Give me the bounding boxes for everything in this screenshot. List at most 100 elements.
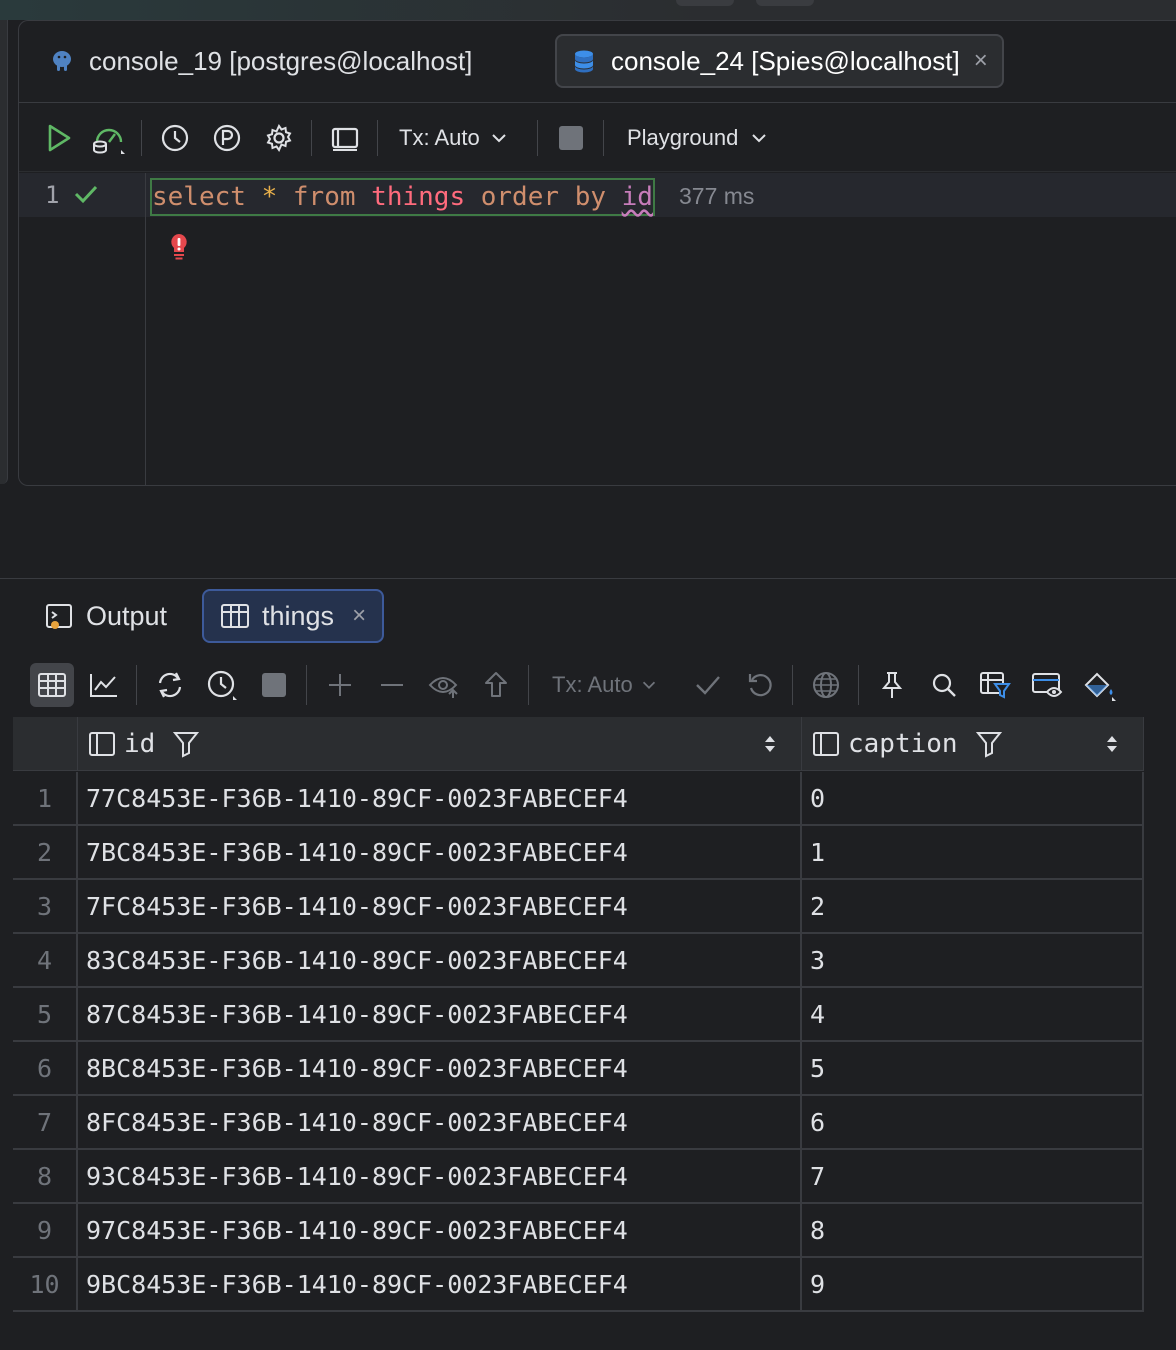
refresh-button[interactable] xyxy=(148,663,192,707)
filter-icon[interactable] xyxy=(173,730,200,758)
p-circle-icon xyxy=(213,124,241,152)
sql-keyword: select xyxy=(152,182,246,212)
table-row[interactable]: 9 97C8453E-F36B-1410-89CF-0023FABECEF4 8 xyxy=(13,1204,1144,1258)
toolbar-separator xyxy=(858,665,859,705)
search-button[interactable] xyxy=(922,663,966,707)
sql-statement[interactable]: select * from things order by id xyxy=(150,178,655,216)
run-button[interactable] xyxy=(39,118,79,158)
color-rows-button[interactable] xyxy=(1078,663,1122,707)
cell-id[interactable]: 7FC8453E-F36B-1410-89CF-0023FABECEF4 xyxy=(78,880,802,932)
arrow-up-icon xyxy=(485,672,507,697)
sort-icon[interactable] xyxy=(1105,734,1119,754)
sql-column: id xyxy=(621,182,653,212)
table-row[interactable]: 5 87C8453E-F36B-1410-89CF-0023FABECEF4 4 xyxy=(13,988,1144,1042)
cell-id[interactable]: 8BC8453E-F36B-1410-89CF-0023FABECEF4 xyxy=(78,1042,802,1094)
column-header-label: id xyxy=(124,729,156,759)
tx-mode-dropdown[interactable]: Tx: Auto xyxy=(552,663,672,707)
add-row-button[interactable] xyxy=(318,663,362,707)
tab-console-24[interactable]: console_24 [Spies@localhost] × xyxy=(555,34,1004,88)
cell-id[interactable]: 87C8453E-F36B-1410-89CF-0023FABECEF4 xyxy=(78,988,802,1040)
view-settings-button[interactable] xyxy=(1026,663,1070,707)
close-icon[interactable]: × xyxy=(974,47,988,75)
column-icon xyxy=(89,732,115,756)
cell-id[interactable]: 9BC8453E-F36B-1410-89CF-0023FABECEF4 xyxy=(78,1258,802,1310)
cell-caption[interactable]: 6 xyxy=(802,1096,1144,1148)
table-row[interactable]: 6 8BC8453E-F36B-1410-89CF-0023FABECEF4 5 xyxy=(13,1042,1144,1096)
cell-caption[interactable]: 4 xyxy=(802,988,1144,1040)
layout-button[interactable] xyxy=(325,118,365,158)
grid-header: id caption xyxy=(13,717,1144,771)
row-number: 5 xyxy=(13,988,78,1040)
filter-grid-button[interactable] xyxy=(974,663,1018,707)
tab-console-19[interactable]: console_19 [postgres@localhost] xyxy=(35,34,486,88)
cell-caption[interactable]: 1 xyxy=(802,826,1144,878)
web-view-button[interactable] xyxy=(804,663,848,707)
table-view-button[interactable] xyxy=(30,663,74,707)
cell-id[interactable]: 83C8453E-F36B-1410-89CF-0023FABECEF4 xyxy=(78,934,802,986)
stop-button[interactable] xyxy=(551,118,591,158)
row-number: 9 xyxy=(13,1204,78,1256)
table-row[interactable]: 2 7BC8453E-F36B-1410-89CF-0023FABECEF4 1 xyxy=(13,826,1144,880)
cell-caption[interactable]: 5 xyxy=(802,1042,1144,1094)
results-tab-bar: Output things × xyxy=(12,579,1176,651)
cell-caption[interactable]: 7 xyxy=(802,1150,1144,1202)
search-icon xyxy=(932,673,956,697)
commit-button[interactable] xyxy=(686,663,730,707)
editor-tab-bar: console_19 [postgres@localhost] console_… xyxy=(19,21,1176,103)
cell-caption[interactable]: 2 xyxy=(802,880,1144,932)
tx-mode-dropdown[interactable]: Tx: Auto xyxy=(399,118,523,158)
postgres-elephant-icon xyxy=(53,51,71,71)
chart-view-button[interactable] xyxy=(82,663,126,707)
table-row[interactable]: 10 9BC8453E-F36B-1410-89CF-0023FABECEF4 … xyxy=(13,1258,1144,1312)
editor-panel: console_19 [postgres@localhost] console_… xyxy=(18,20,1176,486)
tx-mode-label: Tx: Auto xyxy=(552,672,633,697)
filter-icon[interactable] xyxy=(975,730,1002,758)
table-row[interactable]: 8 93C8453E-F36B-1410-89CF-0023FABECEF4 7 xyxy=(13,1150,1144,1204)
column-header-caption[interactable]: caption xyxy=(802,717,1144,771)
cell-caption[interactable]: 3 xyxy=(802,934,1144,986)
undo-icon xyxy=(748,674,772,697)
table-row[interactable]: 3 7FC8453E-F36B-1410-89CF-0023FABECEF4 2 xyxy=(13,880,1144,934)
rollback-button[interactable] xyxy=(738,663,782,707)
toolbar-separator xyxy=(603,120,604,156)
row-number: 3 xyxy=(13,880,78,932)
column-header-id[interactable]: id xyxy=(78,717,802,771)
sort-icon[interactable] xyxy=(763,734,777,754)
submit-button[interactable] xyxy=(474,663,518,707)
chevron-down-icon xyxy=(492,134,506,143)
eye-upload-icon xyxy=(428,677,458,698)
cell-id[interactable]: 93C8453E-F36B-1410-89CF-0023FABECEF4 xyxy=(78,1150,802,1202)
pin-button[interactable] xyxy=(870,663,914,707)
cell-caption[interactable]: 8 xyxy=(802,1204,1144,1256)
toolbar-separator xyxy=(141,120,142,156)
close-icon[interactable]: × xyxy=(352,602,366,630)
schema-dropdown[interactable]: Playground xyxy=(627,118,787,158)
cell-id[interactable]: 97C8453E-F36B-1410-89CF-0023FABECEF4 xyxy=(78,1204,802,1256)
cell-id[interactable]: 7BC8453E-F36B-1410-89CF-0023FABECEF4 xyxy=(78,826,802,878)
cell-id[interactable]: 8FC8453E-F36B-1410-89CF-0023FABECEF4 xyxy=(78,1096,802,1148)
paint-bucket-icon xyxy=(1084,672,1116,701)
auto-refresh-button[interactable] xyxy=(200,663,244,707)
settings-button[interactable] xyxy=(259,118,299,158)
table-row[interactable]: 1 77C8453E-F36B-1410-89CF-0023FABECEF4 0 xyxy=(13,772,1144,826)
code-editor[interactable]: 1 select * from things order by id 377 m… xyxy=(19,173,1176,485)
preview-changes-button[interactable] xyxy=(422,663,466,707)
row-number: 10 xyxy=(13,1258,78,1310)
cell-caption[interactable]: 9 xyxy=(802,1258,1144,1310)
history-button[interactable] xyxy=(155,118,195,158)
cell-id[interactable]: 77C8453E-F36B-1410-89CF-0023FABECEF4 xyxy=(78,772,802,824)
explain-plan-button[interactable] xyxy=(87,118,131,158)
table-row[interactable]: 4 83C8453E-F36B-1410-89CF-0023FABECEF4 3 xyxy=(13,934,1144,988)
row-number: 4 xyxy=(13,934,78,986)
stop-button[interactable] xyxy=(252,663,296,707)
toolbar-separator xyxy=(136,665,137,705)
toolbar-separator xyxy=(537,120,538,156)
delete-row-button[interactable] xyxy=(370,663,414,707)
table-row[interactable]: 7 8FC8453E-F36B-1410-89CF-0023FABECEF4 6 xyxy=(13,1096,1144,1150)
database-stack-icon xyxy=(575,50,593,73)
tab-things[interactable]: things × xyxy=(202,589,385,643)
parameters-button[interactable] xyxy=(207,118,247,158)
cell-caption[interactable]: 0 xyxy=(802,772,1144,824)
tab-output[interactable]: Output xyxy=(28,589,183,643)
intention-bulb-icon[interactable] xyxy=(167,231,191,263)
